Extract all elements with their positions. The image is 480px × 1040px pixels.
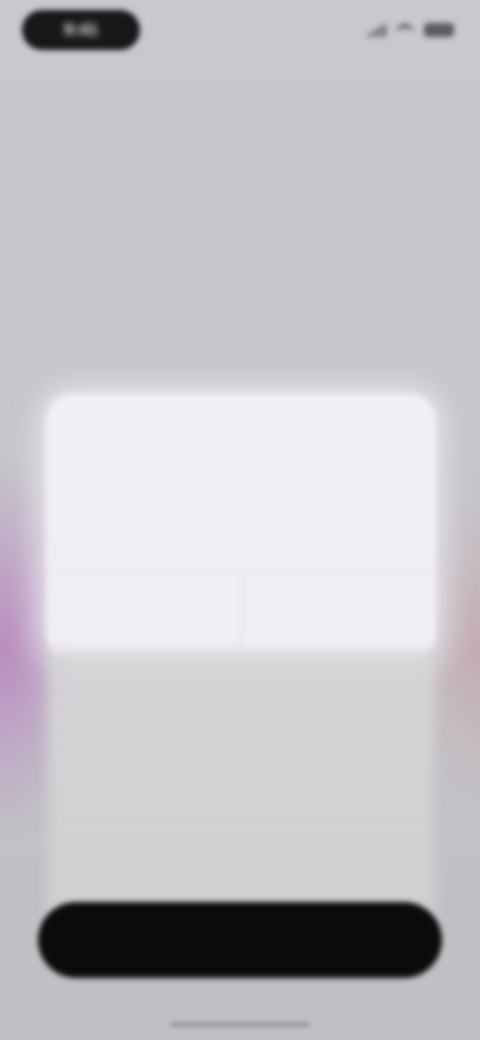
status-time: 9:41 (63, 20, 99, 39)
cellular-signal-icon (368, 23, 386, 37)
enable-notifications-button[interactable] (38, 902, 442, 978)
dialog-button-divider (241, 571, 242, 660)
helper-text (160, 858, 320, 878)
notification-onboarding-screen: 9:41 (0, 0, 480, 1040)
status-bar: 9:41 (0, 0, 480, 60)
device-preview-panel (48, 650, 434, 930)
home-indicator[interactable] (170, 1022, 310, 1027)
step-label (150, 72, 330, 96)
dont-allow-button[interactable] (80, 594, 230, 628)
wifi-icon (396, 24, 414, 36)
notification-permission-dialog (46, 394, 436, 660)
allow-button[interactable] (258, 594, 408, 628)
battery-icon (424, 23, 454, 37)
status-icons (368, 20, 454, 40)
